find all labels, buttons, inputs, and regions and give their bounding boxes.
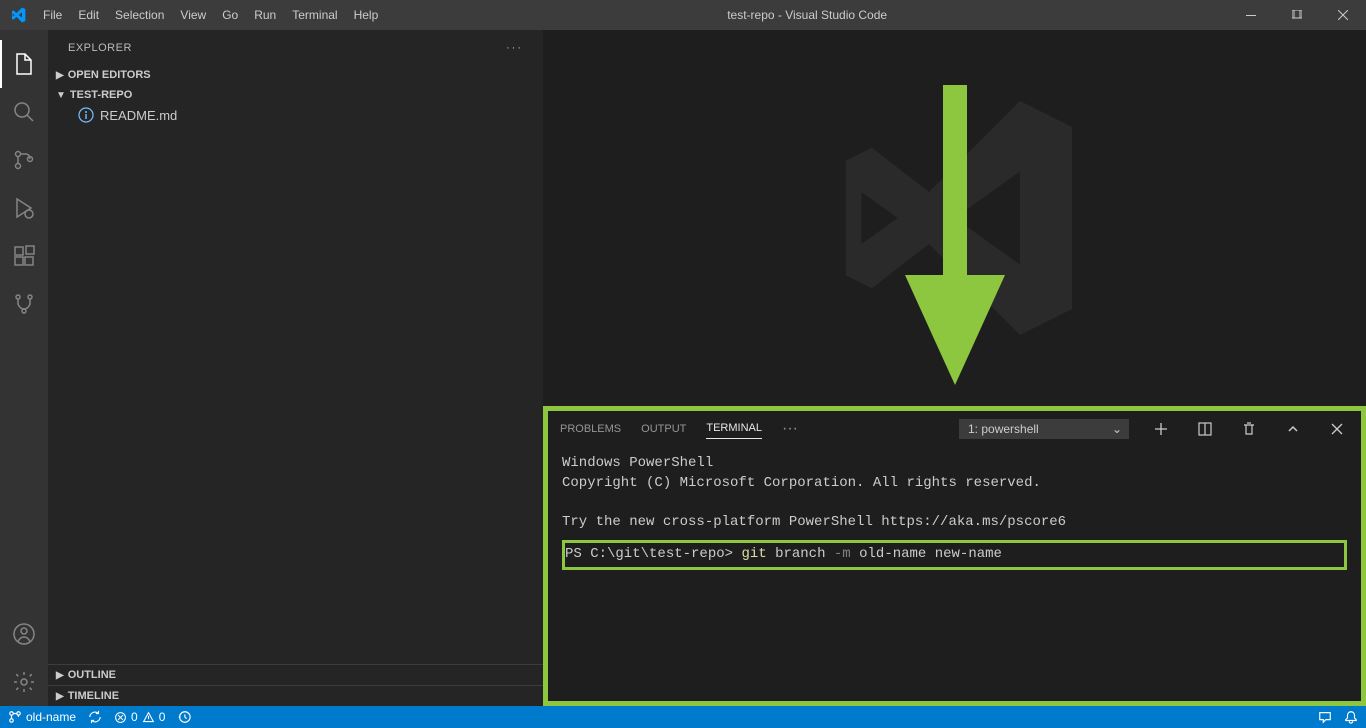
close-button[interactable] [1320, 0, 1366, 30]
file-readme[interactable]: README.md [48, 105, 543, 125]
folder-section[interactable]: ▼ TEST-REPO [48, 85, 543, 105]
terminal-selector-label: 1: powershell [968, 422, 1039, 436]
status-notifications[interactable] [1344, 710, 1358, 724]
status-problems[interactable]: 0 0 [114, 710, 165, 724]
minimize-button[interactable] [1228, 0, 1274, 30]
menu-view[interactable]: View [172, 8, 214, 22]
explorer-title: EXPLORER [68, 42, 132, 54]
title-bar: File Edit Selection View Go Run Terminal… [0, 0, 1366, 30]
outline-section[interactable]: ▶ OUTLINE [48, 664, 543, 685]
chevron-down-icon: ▼ [56, 90, 66, 101]
open-editors-label: OPEN EDITORS [68, 69, 151, 81]
run-debug-icon[interactable] [0, 184, 48, 232]
vscode-logo-icon [0, 7, 35, 23]
terminal-prompt: PS C:\git\test-repo> [565, 546, 733, 562]
terminal-body[interactable]: Windows PowerShell Copyright (C) Microso… [548, 446, 1361, 701]
menu-edit[interactable]: Edit [70, 8, 107, 22]
terminal-panel: PROBLEMS OUTPUT TERMINAL ··· 1: powershe… [543, 406, 1366, 706]
editor-area: PROBLEMS OUTPUT TERMINAL ··· 1: powershe… [543, 30, 1366, 706]
tab-problems[interactable]: PROBLEMS [560, 419, 621, 439]
status-feedback[interactable] [1318, 710, 1332, 724]
search-icon[interactable] [0, 88, 48, 136]
extensions-icon[interactable] [0, 232, 48, 280]
close-panel-icon[interactable] [1325, 421, 1349, 437]
chevron-right-icon: ▶ [56, 691, 64, 702]
menu-selection[interactable]: Selection [107, 8, 172, 22]
panel-more-icon[interactable]: ··· [782, 420, 798, 438]
tab-output[interactable]: OUTPUT [641, 419, 686, 439]
tab-terminal[interactable]: TERMINAL [706, 418, 762, 439]
timeline-section[interactable]: ▶ TIMELINE [48, 685, 543, 706]
terminal-line: Copyright (C) Microsoft Corporation. All… [562, 474, 1347, 494]
explorer-sidebar: EXPLORER ··· ▶ OPEN EDITORS ▼ TEST-REPO … [48, 30, 543, 706]
menu-terminal[interactable]: Terminal [284, 8, 345, 22]
folder-label: TEST-REPO [70, 89, 132, 101]
panel-tabs: PROBLEMS OUTPUT TERMINAL ··· 1: powershe… [548, 411, 1361, 446]
sidebar-header: EXPLORER ··· [48, 30, 543, 65]
terminal-selector[interactable]: 1: powershell ⌄ [959, 419, 1129, 439]
terminal-command-highlight: PS C:\git\test-repo> git branch -m old-n… [562, 540, 1347, 570]
status-errors-count: 0 [131, 710, 138, 724]
more-actions-icon[interactable]: ··· [506, 42, 523, 54]
status-branch-label: old-name [26, 710, 76, 724]
outline-label: OUTLINE [68, 669, 116, 681]
annotation-arrow-icon [895, 85, 1015, 395]
status-warnings-count: 0 [159, 710, 166, 724]
terminal-cmd-git: git [741, 546, 766, 562]
menu-go[interactable]: Go [214, 8, 246, 22]
menu-run[interactable]: Run [246, 8, 284, 22]
explorer-icon[interactable] [0, 40, 48, 88]
menu-file[interactable]: File [35, 8, 70, 22]
chevron-right-icon: ▶ [56, 70, 64, 81]
editor-background [543, 30, 1366, 406]
status-bar: old-name 0 0 [0, 706, 1366, 728]
source-control-icon[interactable] [0, 136, 48, 184]
window-title: test-repo - Visual Studio Code [386, 8, 1228, 22]
account-icon[interactable] [0, 610, 48, 658]
git-graph-icon[interactable] [0, 280, 48, 328]
file-label: README.md [100, 108, 177, 123]
kill-terminal-icon[interactable] [1237, 421, 1261, 437]
maximize-button[interactable] [1274, 0, 1320, 30]
terminal-line: Windows PowerShell [562, 454, 1347, 474]
settings-icon[interactable] [0, 658, 48, 706]
terminal-cmd-args: old-name new-name [859, 546, 1002, 562]
status-history[interactable] [177, 710, 191, 724]
menu-bar: File Edit Selection View Go Run Terminal… [35, 8, 386, 22]
menu-help[interactable]: Help [346, 8, 387, 22]
terminal-line: Try the new cross-platform PowerShell ht… [562, 513, 1347, 533]
window-controls [1228, 0, 1366, 30]
status-branch[interactable]: old-name [8, 710, 76, 724]
timeline-label: TIMELINE [68, 690, 119, 702]
info-file-icon [78, 107, 94, 123]
split-terminal-icon[interactable] [1193, 421, 1217, 437]
new-terminal-icon[interactable] [1149, 421, 1173, 437]
status-sync[interactable] [88, 710, 102, 724]
open-editors-section[interactable]: ▶ OPEN EDITORS [48, 65, 543, 85]
terminal-cmd-flag: -m [834, 546, 851, 562]
chevron-down-icon: ⌄ [1112, 422, 1122, 436]
activity-bar [0, 30, 48, 706]
terminal-cmd-branch: branch [775, 546, 825, 562]
maximize-panel-icon[interactable] [1281, 421, 1305, 437]
chevron-right-icon: ▶ [56, 670, 64, 681]
